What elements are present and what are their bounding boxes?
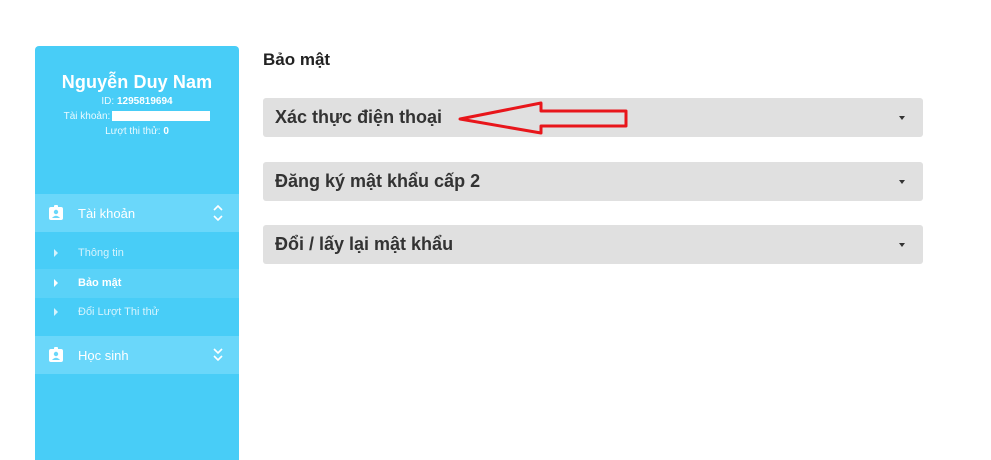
caret-down-icon — [899, 180, 905, 184]
id-badge-icon — [48, 347, 64, 366]
caret-right-icon — [54, 279, 58, 287]
sidebar-item-label: Thông tin — [78, 247, 124, 259]
caret-down-icon — [899, 116, 905, 120]
accordion-label: Xác thực điện thoại — [275, 107, 443, 127]
chevrons-down-icon — [213, 346, 223, 367]
profile-name: Nguyễn Duy Nam — [61, 72, 213, 92]
profile-account-label: Tài khoản: — [63, 111, 111, 122]
caret-down-icon — [899, 243, 905, 247]
sidebar-item-label: Đổi Lượt Thi thử — [78, 306, 160, 318]
profile-account: Tài khoản: — [35, 111, 239, 123]
profile-id-value: 1295819694 — [116, 96, 173, 107]
sidebar-item-bao-mat[interactable]: Bảo mật — [35, 269, 239, 298]
caret-right-icon — [54, 308, 58, 316]
profile-card: Nguyễn Duy Nam ID: 1295819694 Tài khoản:… — [35, 46, 239, 138]
sidebar-item-label: Bảo mật — [78, 277, 122, 289]
profile-id-label: ID: — [101, 96, 115, 107]
sidebar-group-hoc-sinh[interactable]: Học sinh — [35, 336, 239, 374]
profile-turns: Lượt thi thử: 0 — [35, 126, 239, 138]
sidebar: Nguyễn Duy Nam ID: 1295819694 Tài khoản:… — [35, 46, 239, 460]
profile-turns-label: Lượt thi thử: — [105, 126, 161, 137]
profile-turns-value: 0 — [163, 126, 169, 137]
sidebar-group-label: Tài khoản — [78, 206, 136, 221]
accordion-register-level2-password[interactable]: Đăng ký mật khẩu cấp 2 — [263, 162, 923, 201]
profile-id: ID: 1295819694 — [35, 96, 239, 108]
page-title: Bảo mật — [263, 50, 331, 69]
annotation-arrow-icon — [458, 101, 628, 135]
sidebar-item-doi-luot-thi-thu[interactable]: Đổi Lượt Thi thử — [35, 298, 239, 327]
caret-right-icon — [54, 249, 58, 257]
id-badge-icon — [48, 205, 64, 224]
redacted-account-value — [112, 111, 211, 122]
accordion-label: Đăng ký mật khẩu cấp 2 — [275, 171, 481, 191]
chevron-up-down-icon — [213, 204, 223, 225]
accordion-label: Đổi / lấy lại mật khẩu — [275, 234, 454, 254]
accordion-change-password[interactable]: Đổi / lấy lại mật khẩu — [263, 225, 923, 264]
sidebar-group-tai-khoan[interactable]: Tài khoản — [35, 194, 239, 232]
sidebar-item-thong-tin[interactable]: Thông tin — [35, 239, 239, 268]
sidebar-group-label: Học sinh — [78, 348, 129, 363]
